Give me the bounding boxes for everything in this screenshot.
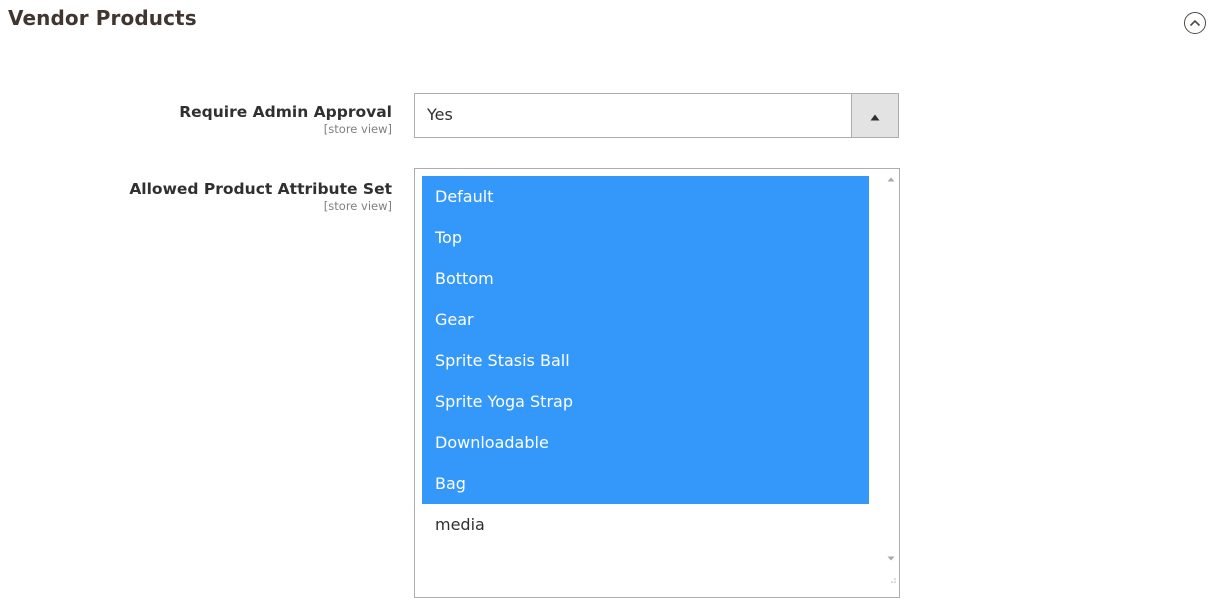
attribute-set-option[interactable]: Sprite Yoga Strap — [422, 381, 869, 422]
select-value: Yes — [427, 105, 453, 124]
scroll-up-arrow-icon[interactable] — [882, 171, 899, 188]
attribute-set-option[interactable]: Top — [422, 217, 869, 258]
attribute-set-option[interactable]: Downloadable — [422, 422, 869, 463]
allowed-attribute-set-label: Allowed Product Attribute Set — [129, 180, 392, 198]
chevron-up-icon — [1189, 19, 1201, 27]
require-admin-approval-label: Require Admin Approval — [179, 103, 392, 121]
attribute-set-option[interactable]: Default — [422, 176, 869, 217]
allowed-attribute-set-multiselect[interactable]: Default Top Bottom Gear Sprite Stasis Ball Sp… — [414, 168, 900, 598]
allowed-attribute-set-label-group: Allowed Product Attribute Set [store vie… — [129, 179, 392, 213]
attribute-set-option[interactable]: Bottom — [422, 258, 869, 299]
require-admin-approval-label-group: Require Admin Approval [store view] — [179, 102, 392, 136]
attribute-set-option[interactable]: media — [422, 504, 869, 545]
options-list: Default Top Bottom Gear Sprite Stasis Ball Sp… — [422, 176, 869, 545]
scrollbar[interactable] — [882, 169, 899, 597]
store-view-scope: [store view] — [323, 199, 392, 213]
store-view-scope: [store view] — [323, 122, 392, 136]
section-title[interactable]: Vendor Products — [8, 6, 197, 30]
triangle-up-icon — [870, 106, 880, 125]
resize-grip-icon[interactable] — [887, 571, 897, 583]
require-admin-approval-select[interactable]: Yes — [414, 93, 899, 138]
attribute-set-option[interactable]: Sprite Stasis Ball — [422, 340, 869, 381]
collapse-section-button[interactable] — [1184, 12, 1206, 34]
scroll-down-arrow-icon[interactable] — [882, 550, 899, 567]
select-toggle-button[interactable] — [851, 94, 898, 137]
attribute-set-option[interactable]: Bag — [422, 463, 869, 504]
attribute-set-option[interactable]: Gear — [422, 299, 869, 340]
